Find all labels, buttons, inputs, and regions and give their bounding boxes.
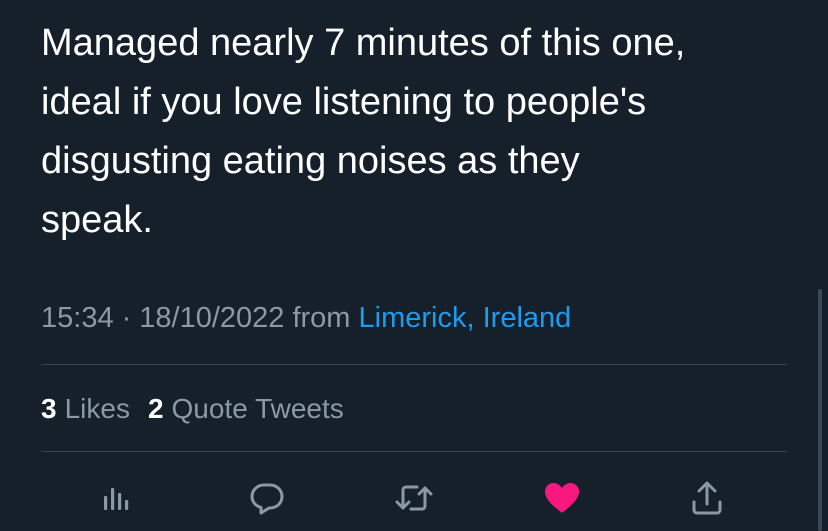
meta-separator: ·: [121, 302, 132, 334]
tweet-date[interactable]: 18/10/2022: [139, 302, 284, 334]
divider: [41, 451, 787, 452]
engagement-stats: 3 Likes 2 Quote Tweets: [41, 389, 344, 429]
reply-button[interactable]: [243, 474, 291, 522]
retweet-arrows-icon: [395, 485, 433, 511]
heart-filled-icon: [545, 483, 579, 513]
quote-tweets-label: Quote Tweets: [171, 393, 344, 424]
share-upload-icon: [692, 481, 722, 515]
comment-bubble-icon: [250, 483, 284, 515]
quote-tweets-stat[interactable]: 2 Quote Tweets: [148, 393, 344, 424]
likes-label: Likes: [64, 393, 130, 424]
divider: [41, 364, 787, 365]
views-button[interactable]: [92, 474, 140, 522]
from-label: from: [292, 302, 351, 334]
like-button[interactable]: [538, 474, 586, 522]
retweet-button[interactable]: [390, 474, 438, 522]
location-link[interactable]: Limerick, Ireland: [359, 302, 572, 334]
tweet-time[interactable]: 15:34: [41, 302, 114, 334]
likes-count: 3: [41, 393, 57, 424]
share-button[interactable]: [683, 474, 731, 522]
scrollbar[interactable]: [818, 289, 822, 531]
tweet-text: Managed nearly 7 minutes of this one, id…: [41, 22, 686, 241]
tweet-metadata: 15:34 · 18/10/2022 from Limerick, Ireland: [41, 298, 571, 338]
bar-chart-icon: [104, 488, 129, 510]
likes-stat[interactable]: 3 Likes: [41, 393, 130, 424]
quote-tweets-count: 2: [147, 393, 164, 424]
tweet-actions-bar: [0, 470, 828, 526]
